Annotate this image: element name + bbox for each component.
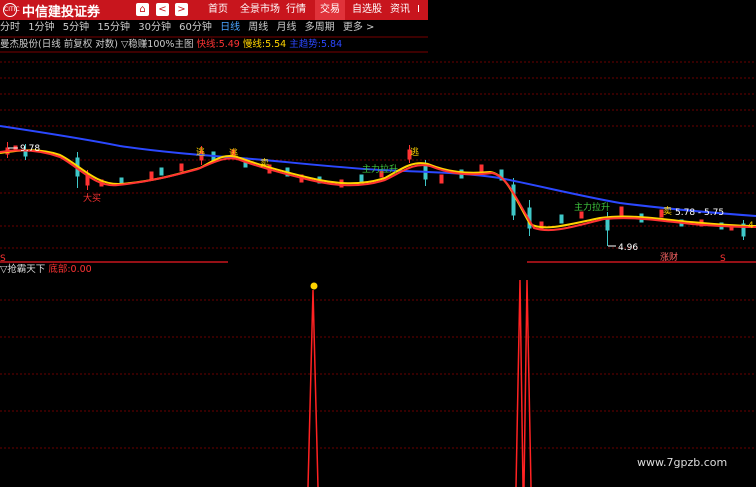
- kline-chart[interactable]: 9.78 大买 逃 逃 卖 主力拉升 逃 主力拉升 卖 5.78 - 5.75 …: [0, 0, 756, 487]
- candlesticks: [5, 142, 746, 246]
- watermark-text: www.7gpzb.com: [637, 456, 728, 469]
- sub-indicator-spikes: [307, 279, 532, 487]
- mainforce-signal-2: 主力拉升: [574, 201, 610, 213]
- price-low-label: 4.96: [618, 243, 638, 253]
- right-edge-label: 4: [748, 221, 754, 231]
- s-mark-label: S: [720, 254, 726, 264]
- sub-grid: [0, 299, 756, 449]
- sell-signal-1: 卖: [260, 158, 269, 169]
- sub-indicator-title: ▽抢霸天下 底部:0.00: [0, 263, 92, 277]
- escape-signal-3: 逃: [410, 146, 419, 158]
- escape-signal-2: 逃: [229, 147, 238, 159]
- mainforce-signal-1: 主力拉升: [362, 163, 398, 175]
- bottom-signal-dot: [310, 282, 318, 290]
- price-high-label: 9.78: [20, 144, 40, 154]
- buy-signal-label: 大买: [83, 192, 101, 204]
- sub-indicator-name[interactable]: ▽抢霸天下: [0, 264, 45, 275]
- sub-indicator-value: 0.00: [70, 264, 92, 275]
- escape-signal-1: 逃: [196, 146, 205, 158]
- sell-signal-2: 卖: [663, 206, 672, 217]
- sub-indicator-label: 底部:: [48, 264, 71, 275]
- rise-wealth-label: 涨财: [660, 251, 678, 263]
- price-right-label: 5.78 - 5.75: [675, 208, 724, 218]
- fast-line: [0, 149, 756, 232]
